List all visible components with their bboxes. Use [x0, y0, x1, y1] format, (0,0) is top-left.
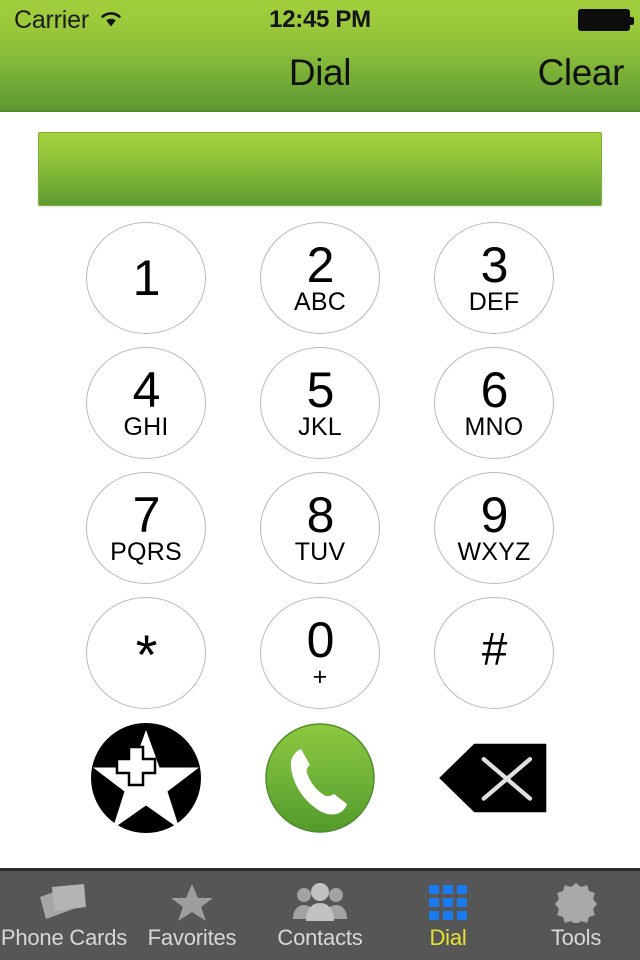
key-hash[interactable]: # — [434, 597, 554, 709]
key-asterisk-symbol: * — [135, 622, 158, 686]
tab-dial-label: Dial — [429, 925, 467, 950]
key-8-letters: TUV — [294, 537, 346, 566]
key-5-letters: JKL — [298, 412, 342, 441]
backspace-button[interactable] — [434, 722, 554, 834]
key-7-digit: 7 — [132, 486, 161, 543]
key-0-plus: + — [312, 662, 328, 691]
navigation-bar: Dial Clear — [0, 40, 640, 112]
tab-tools-label: Tools — [550, 925, 602, 950]
key-0-digit: 0 — [306, 611, 335, 668]
status-clock: 12:45 PM — [269, 6, 371, 33]
key-4-digit: 4 — [132, 361, 161, 418]
key-4[interactable]: 4 GHI — [86, 347, 206, 459]
star-icon — [169, 879, 215, 925]
star-plus-icon — [91, 722, 201, 833]
key-7-letters: PQRS — [110, 537, 182, 566]
tab-contacts-label: Contacts — [277, 925, 363, 950]
keypad-row-3: 7 PQRS 8 TUV 9 WXYZ — [0, 472, 640, 597]
tab-phone-cards[interactable]: Phone Cards — [0, 871, 128, 960]
key-0[interactable]: 0 + — [260, 597, 380, 709]
action-button-row — [0, 715, 640, 840]
phone-handset-icon — [265, 722, 375, 833]
phone-cards-icon — [36, 879, 92, 925]
key-7[interactable]: 7 PQRS — [86, 472, 206, 584]
key-8[interactable]: 8 TUV — [260, 472, 380, 584]
key-9-digit: 9 — [480, 486, 509, 543]
add-to-favorites-button[interactable] — [86, 722, 206, 834]
tab-contacts[interactable]: Contacts — [256, 871, 384, 960]
keypad: 1 2 ABC 3 DEF 4 GHI 5 JKL 6 MNO 7 PQRS 8… — [0, 222, 640, 722]
number-display-area — [0, 132, 640, 210]
key-6[interactable]: 6 MNO — [434, 347, 554, 459]
tab-dial[interactable]: Dial — [384, 871, 512, 960]
status-right-group — [578, 0, 634, 40]
status-bar: Carrier 12:45 PM — [0, 0, 640, 40]
dialer-screen: Carrier 12:45 PM Dial Clear 1 2 ABC 3 DE… — [0, 0, 640, 960]
key-4-letters: GHI — [123, 412, 169, 441]
tab-favorites-label: Favorites — [147, 925, 237, 950]
key-2-letters: ABC — [293, 287, 346, 316]
gear-icon — [553, 879, 599, 925]
key-1[interactable]: 1 — [86, 222, 206, 334]
battery-full-icon — [578, 9, 634, 31]
key-2[interactable]: 2 ABC — [260, 222, 380, 334]
top-bar: Carrier 12:45 PM Dial Clear — [0, 0, 640, 112]
key-5[interactable]: 5 JKL — [260, 347, 380, 459]
tab-favorites[interactable]: Favorites — [128, 871, 256, 960]
key-3-letters: DEF — [468, 287, 520, 316]
key-6-letters: MNO — [464, 412, 524, 441]
contacts-icon — [291, 879, 349, 925]
key-9[interactable]: 9 WXYZ — [434, 472, 554, 584]
key-3-digit: 3 — [480, 236, 509, 293]
key-2-digit: 2 — [306, 236, 335, 293]
key-6-digit: 6 — [480, 361, 509, 418]
call-button[interactable] — [260, 722, 380, 834]
backspace-delete-icon — [439, 743, 547, 812]
key-asterisk[interactable]: * — [86, 597, 206, 709]
keypad-grid-icon — [425, 879, 471, 925]
tab-bar: Phone Cards Favorites Contacts Dial Tool… — [0, 868, 640, 960]
keypad-row-2: 4 GHI 5 JKL 6 MNO — [0, 347, 640, 472]
keypad-row-1: 1 2 ABC 3 DEF — [0, 222, 640, 347]
key-1-digit: 1 — [132, 249, 161, 306]
key-3[interactable]: 3 DEF — [434, 222, 554, 334]
key-hash-symbol: # — [481, 623, 508, 675]
key-9-letters: WXYZ — [457, 537, 531, 566]
phone-number-input[interactable] — [38, 132, 602, 206]
keypad-row-4: * 0 + # — [0, 597, 640, 722]
key-5-digit: 5 — [306, 361, 335, 418]
tab-phone-cards-label: Phone Cards — [0, 925, 128, 950]
tab-tools[interactable]: Tools — [512, 871, 640, 960]
key-8-digit: 8 — [306, 486, 335, 543]
clear-button[interactable]: Clear — [538, 40, 625, 106]
